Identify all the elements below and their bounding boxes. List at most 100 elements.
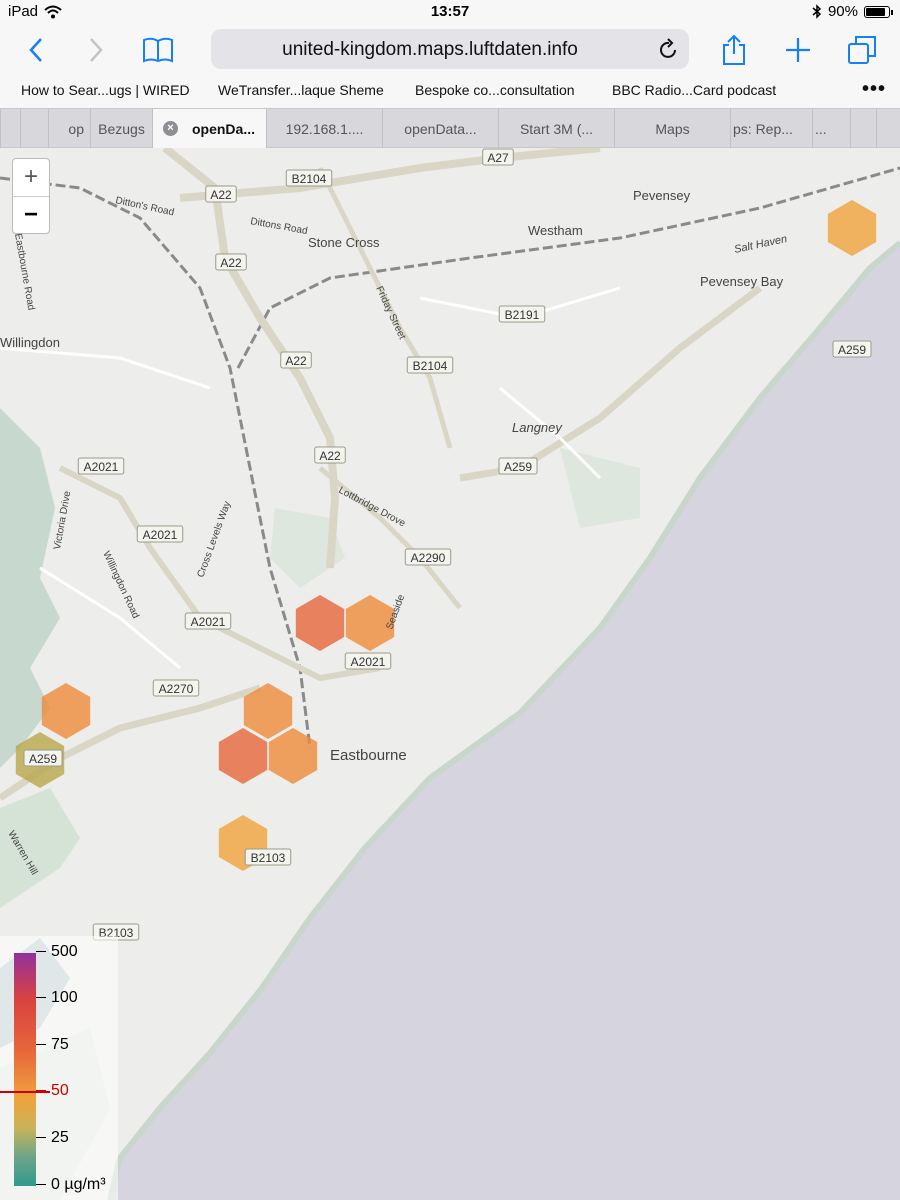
browser-toolbar: united-kingdom.maps.luftdaten.info — [0, 24, 900, 76]
road-shield: A2290 — [404, 548, 452, 566]
share-icon — [723, 34, 745, 65]
place-label: Langney — [512, 420, 563, 435]
status-time: 13:57 — [430, 3, 470, 20]
new-tab-button[interactable] — [782, 34, 814, 66]
road-shield: A2021 — [77, 457, 125, 475]
place-label: Willingdon — [0, 335, 60, 350]
tab-label: op — [68, 120, 84, 137]
zoom-control: + − — [12, 158, 50, 234]
road-shield-label: B2104 — [413, 359, 448, 373]
share-button[interactable] — [718, 34, 750, 66]
park-area — [560, 448, 640, 528]
sea-area — [110, 178, 900, 1200]
road-shield-label: A27 — [487, 151, 509, 165]
zoom-out-button[interactable]: − — [13, 196, 49, 233]
back-button[interactable] — [20, 34, 52, 66]
road-shield-label: A2290 — [411, 551, 446, 565]
sensor-hexagon[interactable] — [41, 683, 91, 739]
railway — [0, 176, 312, 749]
tab-item[interactable] — [0, 109, 20, 148]
place-label: Dittons Road — [249, 216, 308, 237]
tab-item[interactable]: ps: Rep... — [730, 109, 812, 148]
road-shield: A22 — [205, 185, 237, 203]
tab-label: 192.168.1.... — [285, 120, 364, 137]
close-tab-icon[interactable]: × — [163, 121, 178, 136]
sensor-hexagon[interactable] — [827, 200, 877, 256]
bookmarks-button[interactable] — [142, 34, 174, 66]
reload-icon[interactable] — [659, 38, 679, 60]
road-shield-label: A259 — [838, 343, 866, 357]
tabs-icon — [848, 36, 876, 64]
legend-tick: 500 — [36, 943, 78, 961]
sensor-hexagon[interactable] — [295, 595, 345, 651]
road-shield: B2103 — [244, 848, 292, 866]
tab-item[interactable] — [20, 109, 48, 148]
legend-tick: 25 — [36, 1129, 69, 1147]
book-icon — [143, 37, 173, 63]
tab-label: ps: Rep... — [733, 120, 793, 137]
sensor-hexagon[interactable] — [218, 728, 268, 784]
tab-item[interactable]: openData... — [382, 109, 498, 148]
tab-item[interactable]: op — [48, 109, 90, 148]
road-shield: A259 — [498, 457, 538, 475]
place-label: Salt Haven — [733, 233, 788, 256]
place-label: Friday Street — [373, 285, 407, 342]
chevron-left-icon — [29, 38, 42, 62]
place-label: Eastbourne Road — [12, 233, 36, 312]
place-label: Eastbourne — [330, 747, 407, 764]
legend-tick: 100 — [36, 989, 78, 1007]
battery-percent: 90% — [827, 3, 858, 20]
legend-tick: 75 — [36, 1036, 69, 1054]
forward-button[interactable] — [80, 34, 112, 66]
more-bookmarks-button[interactable]: ••• — [862, 78, 886, 101]
bookmark-item[interactable]: How to Sear...ugs | WIRED — [21, 82, 190, 98]
tab-active[interactable]: × openDa... — [152, 109, 266, 148]
map-canvas[interactable]: Westham Pevensey Pevensey Bay Salt Haven… — [0, 148, 900, 1200]
tab-bar: op Bezugs × openDa... 192.168.1.... open… — [0, 108, 900, 148]
place-label: Stone Cross — [308, 235, 380, 250]
road-shield-label: B2191 — [505, 308, 540, 322]
bookmark-item[interactable]: BBC Radio...Card podcast — [612, 82, 776, 98]
park-area — [0, 788, 80, 908]
road-shield: A259 — [23, 749, 63, 767]
road-shield-label: A259 — [29, 752, 57, 766]
road-shield: A22 — [215, 253, 247, 271]
battery-icon — [864, 5, 893, 18]
road-shield: A259 — [832, 340, 872, 358]
road-shield: B2104 — [406, 356, 454, 374]
bookmark-item[interactable]: Bespoke co...consultation — [415, 82, 575, 98]
plus-icon — [786, 38, 810, 62]
tab-item[interactable]: Bezugs — [90, 109, 152, 148]
road-shield: B2104 — [285, 169, 333, 187]
tab-label: openData... — [404, 120, 477, 137]
road-shield: A2021 — [136, 525, 184, 543]
place-label: Pevensey Bay — [700, 274, 784, 289]
tabs-button[interactable] — [846, 34, 878, 66]
bluetooth-icon — [812, 4, 822, 19]
map-view[interactable]: Westham Pevensey Pevensey Bay Salt Haven… — [0, 148, 900, 1200]
road-shield: A2270 — [152, 679, 200, 697]
road-shield: A22 — [314, 446, 346, 464]
tab-item[interactable] — [876, 109, 900, 148]
place-label: Cross Levels Way — [195, 500, 233, 579]
bookmark-item[interactable]: WeTransfer...laque Sheme — [218, 82, 384, 98]
road-shield: B2191 — [498, 305, 546, 323]
tab-item[interactable]: 192.168.1.... — [266, 109, 382, 148]
road-shield-label: A22 — [210, 188, 232, 202]
road-shield-label: B2104 — [292, 172, 327, 186]
tab-item[interactable] — [850, 109, 876, 148]
road-shield: A27 — [482, 148, 514, 166]
road-shield: A2021 — [344, 652, 392, 670]
tab-label: openDa... — [191, 120, 255, 137]
status-bar: iPad 13:57 90% — [0, 0, 900, 24]
favorites-bar: How to Sear...ugs | WIRED WeTransfer...l… — [0, 76, 900, 108]
address-bar[interactable]: united-kingdom.maps.luftdaten.info — [211, 29, 689, 69]
place-label: Victoria Drive — [52, 490, 73, 551]
tab-item[interactable]: Maps — [614, 109, 730, 148]
url-text[interactable]: united-kingdom.maps.luftdaten.info — [211, 39, 649, 61]
tab-label: Bezugs — [98, 120, 145, 137]
tab-item[interactable]: ... — [812, 109, 850, 148]
tab-item[interactable]: Start 3M (... — [498, 109, 614, 148]
zoom-in-button[interactable]: + — [13, 159, 49, 196]
road-shield-label: A259 — [504, 460, 532, 474]
